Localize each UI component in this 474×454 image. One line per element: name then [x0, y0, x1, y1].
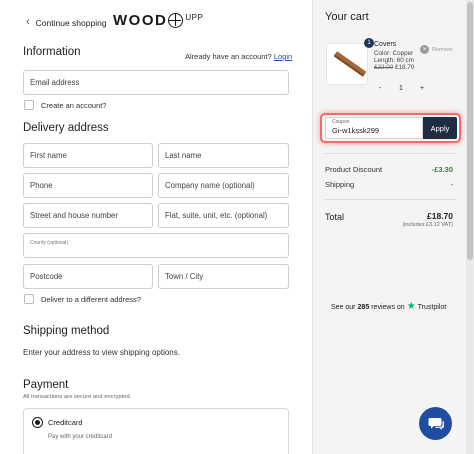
scrollbar-thumb[interactable]: [467, 2, 473, 260]
coupon-input[interactable]: Coupon Gi-w1kssk299: [325, 117, 423, 139]
shipping-note: Enter your address to view shipping opti…: [23, 348, 180, 357]
payment-note: All transactions are secure and encrypte…: [23, 394, 132, 400]
account-prompt-text: Already have an account?: [185, 52, 272, 61]
first-name-placeholder: First name: [30, 151, 67, 160]
trustpilot-widget[interactable]: See our 285 reviews on ★ Trustpilot: [331, 302, 446, 312]
different-address-row[interactable]: Deliver to a different address?: [24, 294, 141, 304]
trust-brand: Trustpilot: [417, 303, 447, 311]
total-label: Total: [325, 212, 345, 222]
product-thumbnail: [326, 43, 368, 85]
shipping-title: Shipping method: [23, 325, 110, 337]
trust-count: 285: [357, 303, 370, 311]
last-name-field[interactable]: Last name: [158, 143, 289, 168]
create-account-row[interactable]: Create an account?: [24, 100, 106, 110]
quantity-badge: 1: [364, 38, 374, 48]
cart-title: Your cart: [325, 11, 369, 23]
delivery-title: Delivery address: [23, 122, 109, 134]
divider: [325, 199, 457, 200]
remove-x-icon: ×: [420, 45, 429, 54]
discount-label: Product Discount: [325, 165, 383, 174]
creditcard-label: Creditcard: [48, 418, 83, 427]
trust-suffix: reviews on: [371, 303, 405, 311]
shipping-label: Shipping: [325, 180, 355, 189]
product-color: Color: Copper: [374, 50, 414, 57]
different-address-checkbox[interactable]: [24, 294, 34, 304]
logo-sup-text: UPP: [185, 13, 204, 22]
payment-title: Payment: [23, 379, 69, 391]
chat-icon: [428, 417, 444, 430]
product-length: Length: 60 cm: [374, 57, 414, 64]
divider: [325, 153, 457, 154]
company-field[interactable]: Company name (optional): [158, 173, 289, 198]
email-field[interactable]: Email address: [23, 70, 289, 95]
county-field[interactable]: County (optional): [23, 233, 289, 258]
information-title: Information: [23, 46, 81, 58]
logo[interactable]: WOOD UPP: [113, 12, 203, 29]
phone-field[interactable]: Phone: [23, 173, 153, 198]
vat-note: (includes £3.12 VAT): [402, 222, 453, 228]
coupon-value: Gi-w1kssk299: [332, 125, 380, 135]
qty-minus-button[interactable]: -: [374, 85, 386, 92]
continue-shopping-label: Continue shopping: [35, 17, 107, 28]
product-name: Covers: [374, 41, 397, 48]
remove-label: Remove: [432, 46, 453, 53]
postcode-placeholder: Postcode: [30, 272, 63, 281]
different-address-label: Deliver to a different address?: [41, 294, 141, 304]
total-value: £18.70: [427, 211, 453, 221]
street-field[interactable]: Street and house number: [23, 203, 153, 228]
creditcard-sub: Pay with your creditcard: [48, 434, 113, 440]
flat-placeholder: Flat, suite, unit, etc. (optional): [165, 211, 268, 220]
remove-button[interactable]: × Remove: [420, 45, 452, 54]
payment-option-creditcard[interactable]: [23, 408, 289, 454]
town-field[interactable]: Town / City: [158, 264, 289, 289]
product-info: Covers Color: Copper Length: 60 cm £22.0…: [374, 41, 414, 71]
qty-value: 1: [399, 85, 403, 92]
create-account-checkbox[interactable]: [24, 100, 34, 110]
creditcard-radio[interactable]: [32, 417, 43, 428]
shipping-value: -: [450, 180, 454, 189]
continue-shopping-link[interactable]: ‹ Continue shopping: [26, 17, 107, 28]
create-account-label: Create an account?: [41, 100, 107, 110]
product-price: £22.00 £18.70: [374, 64, 414, 71]
flat-field[interactable]: Flat, suite, unit, etc. (optional): [158, 203, 289, 228]
trustpilot-star-icon: ★: [406, 301, 416, 312]
county-label: County (optional): [30, 240, 69, 246]
qty-plus-button[interactable]: +: [416, 85, 428, 92]
quantity-stepper[interactable]: - 1 +: [374, 82, 428, 95]
email-placeholder: Email address: [30, 78, 80, 87]
last-name-placeholder: Last name: [165, 151, 202, 160]
street-placeholder: Street and house number: [30, 211, 118, 220]
postcode-field[interactable]: Postcode: [23, 264, 153, 289]
login-link[interactable]: Login: [274, 52, 292, 61]
discount-value: -£3.30: [431, 165, 453, 174]
company-placeholder: Company name (optional): [165, 181, 255, 190]
first-name-field[interactable]: First name: [23, 143, 153, 168]
logo-mark-icon: [168, 13, 184, 28]
apply-coupon-button[interactable]: Apply: [423, 117, 457, 139]
chat-button[interactable]: [419, 407, 452, 440]
price-old: £22.00: [374, 64, 394, 71]
phone-placeholder: Phone: [30, 181, 53, 190]
trust-prefix: See our: [331, 303, 356, 311]
chevron-left-icon: ‹: [26, 16, 30, 28]
town-placeholder: Town / City: [165, 272, 204, 281]
price-new: £18.70: [395, 64, 415, 71]
account-prompt: Already have an account? Login: [185, 52, 292, 61]
logo-text: WOOD: [113, 12, 168, 29]
product-image: [333, 51, 367, 77]
